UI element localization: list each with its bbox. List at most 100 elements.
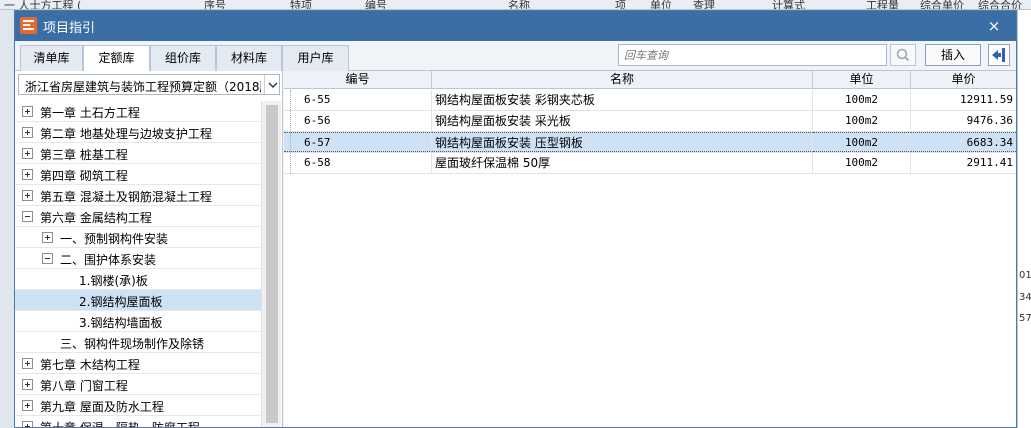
cell-name: 钢结构屋面板安装 压型钢板: [432, 132, 813, 152]
background-grid-header: 一 人士方工程 ( 序号 特项 编号 名称 项 单位 查理 计算式 工程量 综合…: [0, 0, 1031, 10]
column-header-name[interactable]: 名称: [432, 71, 813, 89]
cell-unit: 100m2: [813, 153, 911, 173]
cell-price: 9476.36: [966, 114, 1013, 127]
bg-value: 01: [1019, 270, 1031, 281]
expand-icon[interactable]: [22, 421, 33, 427]
tree-node-label: 第四章 砌筑工程: [40, 169, 128, 183]
bg-col: 工程量: [866, 0, 899, 10]
chevron-down-icon: [268, 82, 278, 88]
tree-node[interactable]: 第三章 桩基工程: [15, 143, 261, 164]
bg-col: 单位: [650, 0, 672, 10]
cell-unit: 100m2: [813, 90, 911, 110]
search-box: [618, 44, 887, 66]
insert-button[interactable]: 插入: [925, 44, 981, 66]
tree-node[interactable]: 第二章 地基处理与边坡支护工程: [15, 122, 261, 143]
tree-scrollbar-thumb[interactable]: [266, 105, 278, 423]
column-header-price[interactable]: 单价: [911, 71, 1016, 89]
grid-row[interactable]: 6-57 钢结构屋面板安装 压型钢板 100m2 6683.34: [284, 132, 1016, 153]
dialog-titlebar[interactable]: 项目指引 ×: [15, 11, 1016, 41]
bg-col: 项: [615, 0, 626, 10]
cell-name: 钢结构屋面板安装 彩钢夹芯板: [432, 90, 813, 110]
column-header-code[interactable]: 编号: [284, 71, 432, 89]
tree-node-label: 第一章 土石方工程: [40, 106, 140, 120]
collapse-icon[interactable]: [42, 253, 53, 264]
tab-user-library[interactable]: 用户库: [282, 45, 349, 71]
tree-node-label: 第六章 金属结构工程: [40, 211, 152, 225]
tree-node[interactable]: 第五章 混凝土及钢筋混凝土工程: [15, 185, 261, 206]
dropdown-arrow[interactable]: [264, 75, 280, 94]
expand-icon[interactable]: [22, 190, 33, 201]
bg-col: 名称: [508, 0, 530, 10]
tree-node-label: 3.钢结构墙面板: [79, 316, 163, 330]
tree-node[interactable]: 第八章 门窗工程: [15, 374, 261, 395]
cell-code: 6-57: [284, 132, 432, 152]
tree-node-label: 2.钢结构屋面板: [79, 295, 163, 309]
quota-standard-value: 浙江省房屋建筑与装饰工程预算定额（2018版）: [25, 80, 261, 94]
expand-icon[interactable]: [22, 106, 33, 117]
tree-node-label: 第十章 保温、隔热、防腐工程: [40, 421, 200, 428]
background-grid-edge: 01 34 57: [1017, 10, 1031, 428]
tree-node-label: 二、围护体系安装: [60, 253, 157, 267]
column-header-unit[interactable]: 单位: [813, 71, 911, 89]
tree-node[interactable]: 1.钢楼(承)板: [15, 269, 261, 290]
tree-node[interactable]: 第四章 砌筑工程: [15, 164, 261, 185]
bg-col: 编号: [365, 0, 387, 10]
tree-node[interactable]: 3.钢结构墙面板: [15, 311, 261, 332]
tree-node[interactable]: 二、围护体系安装: [15, 248, 261, 269]
bg-col: 查理: [693, 0, 715, 10]
cell-code: 6-55: [284, 90, 432, 110]
tree-node-label: 第三章 桩基工程: [40, 148, 128, 162]
search-input[interactable]: [619, 45, 886, 65]
tree-node-label: 一、预制钢构件安装: [60, 232, 169, 246]
bg-col: 特项: [290, 0, 312, 10]
cell-code: 6-56: [284, 111, 432, 131]
tree-node[interactable]: 一、预制钢构件安装: [15, 227, 261, 248]
bg-col: 一 人士方工程 (: [4, 0, 82, 10]
quota-standard-select[interactable]: 浙江省房屋建筑与装饰工程预算定额（2018版）: [18, 74, 280, 95]
cell-price: 6683.34: [911, 132, 1016, 152]
close-button[interactable]: ×: [981, 14, 1007, 38]
tree-node[interactable]: 第七章 木结构工程: [15, 353, 261, 374]
tree-node[interactable]: 第一章 土石方工程: [15, 101, 261, 122]
cell-price: 2911.41: [966, 156, 1013, 169]
tab-material-library[interactable]: 材料库: [216, 45, 282, 71]
cell-code: 6-58: [284, 153, 432, 173]
tree-node[interactable]: 第六章 金属结构工程: [15, 206, 261, 227]
tree-node-label: 第八章 门窗工程: [40, 379, 128, 393]
expand-icon[interactable]: [22, 358, 33, 369]
tab-pricing-library[interactable]: 组价库: [150, 45, 216, 71]
tab-bill-library[interactable]: 清单库: [20, 45, 83, 71]
tree-node[interactable]: 三、钢构件现场制作及除锈: [15, 332, 261, 353]
cell-unit: 100m2: [813, 132, 911, 152]
collapse-icon[interactable]: [22, 211, 33, 222]
cell-name: 屋面玻纤保温棉 50厚: [432, 153, 813, 173]
bg-col: 综合合价: [978, 0, 1022, 10]
chapter-tree: 第一章 土石方工程第二章 地基处理与边坡支护工程第三章 桩基工程 第四章 砌筑工程…: [15, 101, 261, 428]
collapse-panel-button[interactable]: [988, 44, 1010, 66]
bg-value: 57: [1019, 313, 1031, 324]
chapter-tree-panel: 浙江省房屋建筑与装饰工程预算定额（2018版） 第一章 土石方工程第二章 地基处…: [15, 71, 283, 428]
bg-col: 序号: [204, 0, 226, 10]
grid-row[interactable]: 6-56 钢结构屋面板安装 采光板 100m2 9476.36: [284, 111, 1016, 132]
search-button[interactable]: [890, 44, 916, 66]
expand-icon[interactable]: [22, 400, 33, 411]
tree-node[interactable]: 第十章 保温、隔热、防腐工程: [15, 416, 261, 428]
cell-price: 12911.59: [960, 93, 1013, 106]
grid-row[interactable]: 6-58 屋面玻纤保温棉 50厚 100m2 2911.41: [284, 153, 1016, 174]
tree-scrollbar[interactable]: [261, 101, 281, 427]
magnifier-icon: [896, 48, 910, 62]
tab-bar: 清单库 定额库 组价库 材料库 用户库 插入: [15, 41, 1016, 72]
tree-node[interactable]: 第九章 屋面及防水工程: [15, 395, 261, 416]
grid-row[interactable]: 6-55 钢结构屋面板安装 彩钢夹芯板 100m2 12911.59: [284, 90, 1016, 111]
tree-node[interactable]: 2.钢结构屋面板: [15, 290, 261, 311]
expand-icon[interactable]: [22, 169, 33, 180]
collapse-panel-icon: [992, 48, 1005, 62]
tree-node-label: 第七章 木结构工程: [40, 358, 140, 372]
cell-name: 钢结构屋面板安装 采光板: [432, 111, 813, 131]
expand-icon[interactable]: [22, 148, 33, 159]
expand-icon[interactable]: [42, 232, 53, 243]
tab-quota-library[interactable]: 定额库: [83, 45, 150, 72]
expand-icon[interactable]: [22, 379, 33, 390]
project-guide-dialog: 项目指引 × 清单库 定额库 组价库 材料库 用户库 插入 浙江省房屋建筑与装饰…: [14, 10, 1017, 428]
expand-icon[interactable]: [22, 127, 33, 138]
